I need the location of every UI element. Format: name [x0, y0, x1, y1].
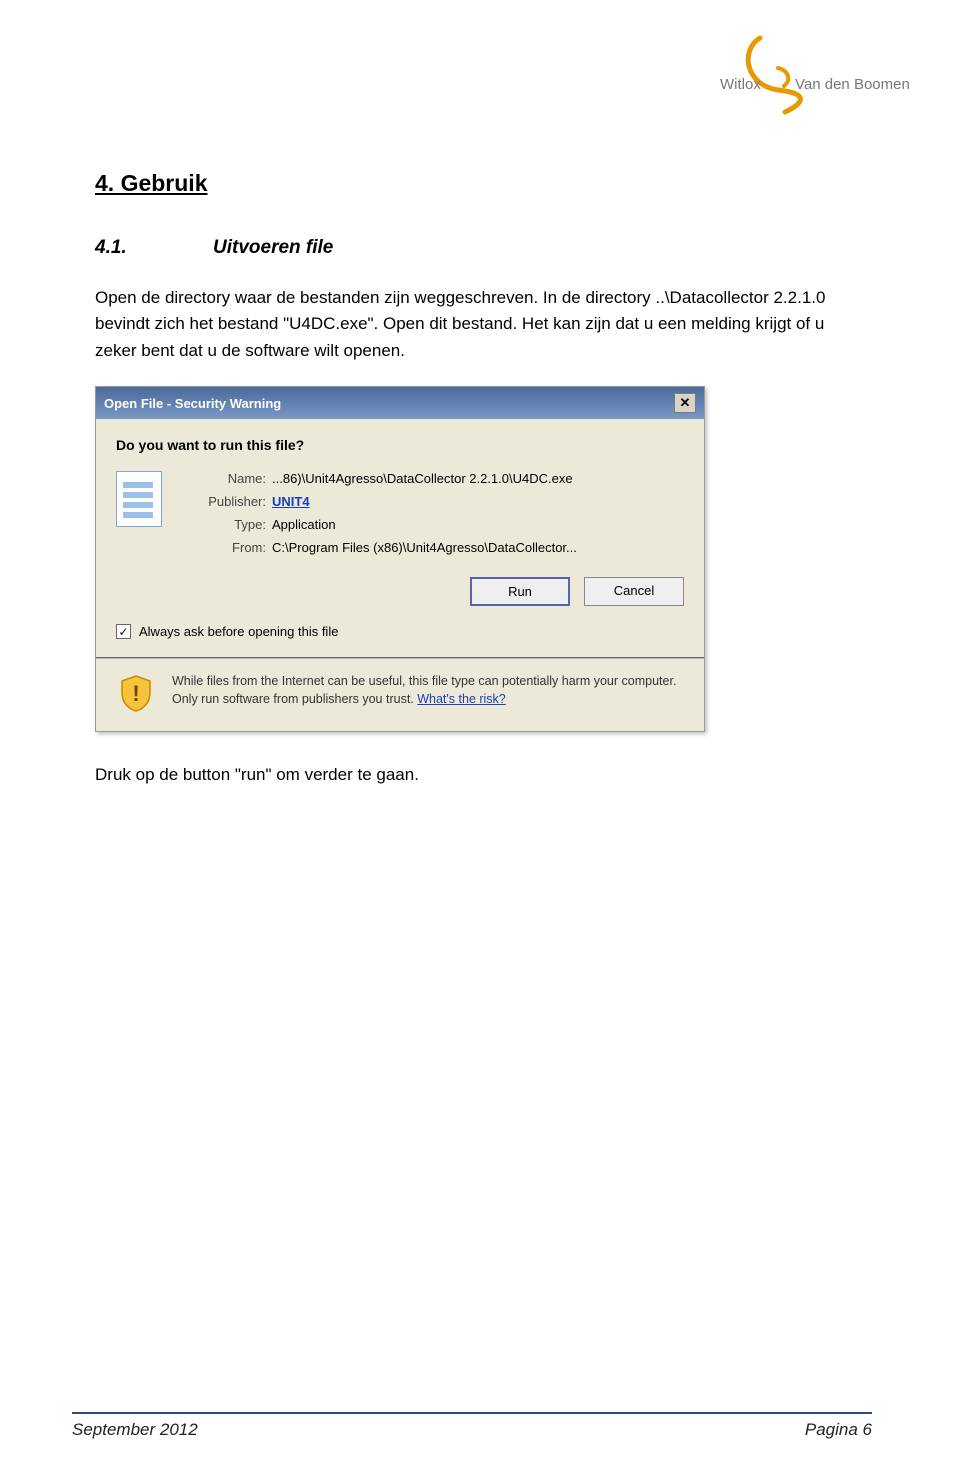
label-type: Type:	[180, 517, 266, 532]
value-type: Application	[272, 517, 577, 532]
section-header: 4.1. Uitvoeren file	[95, 237, 870, 259]
footer-left: September 2012	[72, 1420, 198, 1440]
company-logo: Witlox Van den Boomen	[680, 20, 920, 130]
risk-link[interactable]: What's the risk?	[417, 692, 506, 706]
shield-warning-icon: !	[116, 673, 156, 713]
always-ask-checkbox[interactable]: ✓	[116, 624, 131, 639]
publisher-link[interactable]: UNIT4	[272, 494, 310, 509]
always-ask-label: Always ask before opening this file	[139, 624, 338, 639]
footer-rule	[72, 1412, 872, 1414]
close-icon[interactable]: ✕	[674, 393, 696, 413]
footer-right: Pagina 6	[805, 1420, 872, 1440]
warning-text-block: While files from the Internet can be use…	[172, 673, 684, 713]
section-number: 4.1.	[95, 237, 213, 259]
cancel-button[interactable]: Cancel	[584, 577, 684, 606]
logo-swirl-icon	[680, 20, 920, 130]
dialog-title: Open File - Security Warning	[104, 396, 674, 411]
logo-text-right: Van den Boomen	[795, 76, 910, 93]
run-button[interactable]: Run	[470, 577, 570, 606]
dialog-warning-strip: ! While files from the Internet can be u…	[96, 657, 704, 731]
dialog-body: Do you want to run this file? Name: ...8…	[96, 419, 704, 657]
dialog-titlebar[interactable]: Open File - Security Warning ✕	[96, 387, 704, 419]
paragraph-1: Open de directory waar de bestanden zijn…	[95, 285, 855, 364]
security-warning-dialog: Open File - Security Warning ✕ Do you wa…	[95, 386, 705, 732]
paragraph-2: Druk op de button "run" om verder te gaa…	[95, 762, 855, 788]
page-footer: September 2012 Pagina 6	[0, 1412, 960, 1440]
dialog-question: Do you want to run this file?	[116, 437, 684, 453]
label-publisher: Publisher:	[180, 494, 266, 509]
file-info-grid: Name: ...86)\Unit4Agresso\DataCollector …	[180, 471, 577, 555]
document-page: Witlox Van den Boomen 4. Gebruik 4.1. Ui…	[0, 0, 960, 1476]
svg-text:!: !	[132, 681, 139, 706]
file-icon	[116, 471, 162, 527]
section-title: Uitvoeren file	[213, 237, 333, 259]
label-name: Name:	[180, 471, 266, 486]
always-ask-row[interactable]: ✓ Always ask before opening this file	[116, 622, 684, 651]
label-from: From:	[180, 540, 266, 555]
logo-text-left: Witlox	[720, 76, 761, 93]
value-name: ...86)\Unit4Agresso\DataCollector 2.2.1.…	[272, 471, 577, 486]
file-info-row: Name: ...86)\Unit4Agresso\DataCollector …	[116, 471, 684, 555]
value-from: C:\Program Files (x86)\Unit4Agresso\Data…	[272, 540, 577, 555]
page-heading: 4. Gebruik	[95, 170, 870, 197]
dialog-button-row: Run Cancel	[116, 577, 684, 606]
